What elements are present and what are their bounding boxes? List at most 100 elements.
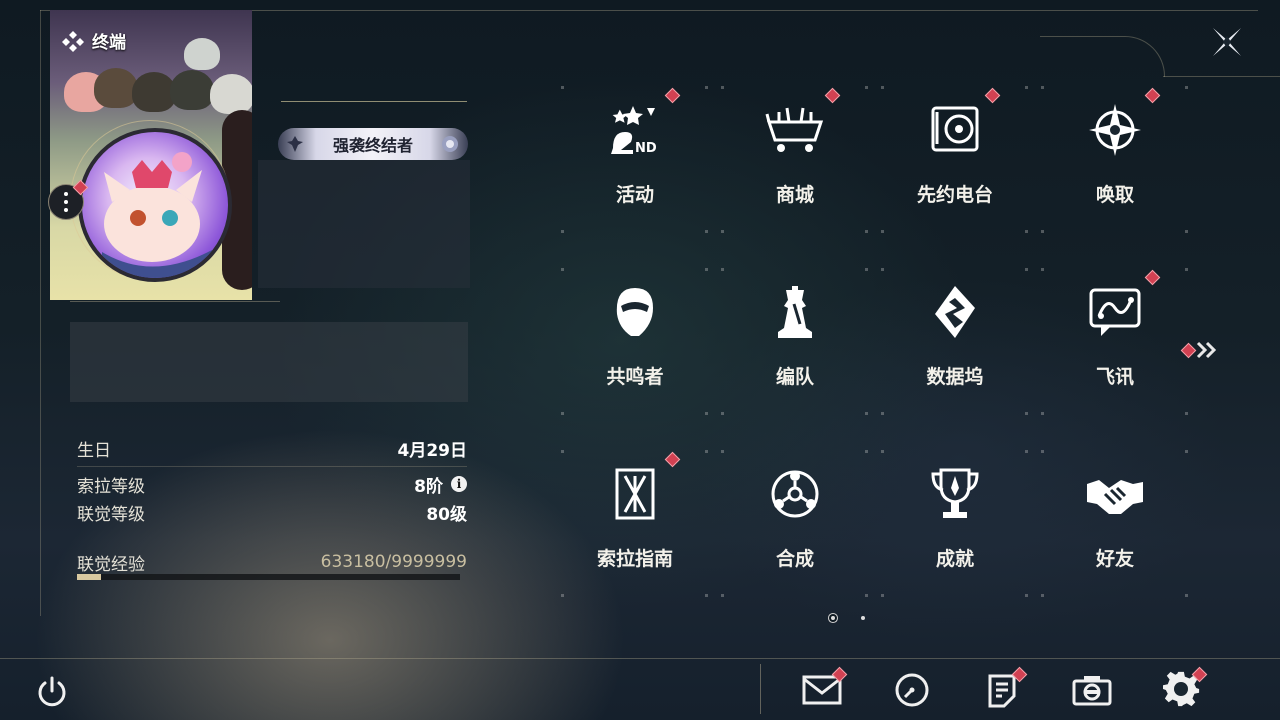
stat-value: 4月29日 — [397, 440, 468, 461]
team-chess-icon — [765, 284, 825, 340]
notice-icon — [986, 672, 1018, 708]
friends-handshake-icon — [1085, 466, 1145, 522]
grid-corner-dot — [721, 594, 724, 597]
stat-row-union-exp: 联觉经验 633180/9999999 — [77, 550, 467, 575]
grid-corner-dot — [1185, 86, 1188, 89]
menu-item-label: 好友 — [1095, 548, 1134, 570]
stat-label: 生日 — [77, 440, 111, 461]
menu-item-guide[interactable]: 索拉指南 — [555, 444, 715, 614]
summon-compass-icon — [1085, 102, 1145, 158]
grid-corner-dot — [865, 86, 868, 89]
power-button[interactable] — [34, 674, 70, 710]
page-indicator-active[interactable] — [831, 616, 835, 620]
grid-corner-dot — [1185, 594, 1188, 597]
frame-right-line — [1163, 76, 1280, 77]
stat-value: 80级 — [426, 504, 467, 525]
grid-corner-dot — [721, 450, 724, 453]
chibi-figure — [170, 70, 214, 110]
page-indicator[interactable] — [861, 616, 865, 620]
camera-button[interactable] — [1070, 670, 1114, 710]
svg-text:ND: ND — [635, 141, 657, 156]
menu-item-label: 数据坞 — [926, 366, 984, 388]
exp-progress-bar — [77, 574, 460, 580]
notification-badge — [824, 87, 841, 104]
stat-row-birthday: 生日 4月29日 — [77, 436, 468, 461]
crest-emblem-icon — [442, 136, 458, 152]
mail-button[interactable] — [800, 666, 848, 710]
menu-item-achievement-trophy[interactable]: 成就 — [875, 444, 1035, 614]
menu-item-label: 商城 — [775, 184, 814, 206]
grid-corner-dot — [721, 86, 724, 89]
title-badge[interactable]: 强袭终结者 — [278, 128, 468, 160]
avatar-options-button[interactable] — [48, 179, 89, 220]
menu-item-label: 飞讯 — [1095, 366, 1134, 388]
grid-corner-dot — [1041, 450, 1044, 453]
notes-button[interactable] — [980, 666, 1028, 710]
grid-corner-dot — [1185, 450, 1188, 453]
menu-item-label: 成就 — [935, 548, 974, 570]
menu-item-synthesis[interactable]: 合成 — [715, 444, 875, 614]
menu-item-label: 先约电台 — [916, 184, 993, 206]
menu-item-summon-compass[interactable]: 唤取 — [1035, 80, 1195, 250]
avatar[interactable] — [78, 128, 232, 282]
frame-left-line — [40, 10, 41, 616]
info-icon[interactable]: i — [451, 476, 467, 492]
menu-item-label: 合成 — [775, 548, 814, 570]
clock-icon — [894, 672, 930, 708]
guide-icon — [605, 466, 665, 522]
stat-row-sola-level: 索拉等级 8阶 i — [77, 472, 467, 497]
grid-corner-dot — [561, 268, 564, 271]
grid-corner-dot — [705, 594, 708, 597]
grid-corner-dot — [881, 412, 884, 415]
grid-corner-dot — [561, 86, 564, 89]
grid-corner-dot — [705, 412, 708, 415]
data-bank-icon — [925, 284, 985, 340]
close-icon — [1213, 28, 1241, 56]
grid-corner-dot — [881, 230, 884, 233]
profile-divider — [70, 301, 280, 302]
stat-label: 联觉经验 — [77, 554, 145, 575]
grid-corner-dot — [1025, 230, 1028, 233]
chibi-figure — [184, 38, 220, 70]
menu-item-friends-handshake[interactable]: 好友 — [1035, 444, 1195, 614]
stat-value-with-info: 8阶 i — [414, 472, 467, 497]
grid-corner-dot — [1025, 450, 1028, 453]
close-button[interactable] — [1207, 24, 1247, 60]
bottom-bar-separator — [760, 664, 761, 714]
grid-corner-dot — [865, 594, 868, 597]
grid-corner-dot — [561, 412, 564, 415]
shop-basket-icon — [765, 102, 825, 158]
grid-corner-dot — [865, 412, 868, 415]
terminal-label: 终端 — [62, 28, 126, 53]
menu-item-event-2nd[interactable]: ND 活动 — [555, 80, 715, 250]
menu-item-label: 活动 — [615, 184, 654, 206]
menu-item-radio[interactable]: 先约电台 — [875, 80, 1035, 250]
stat-label: 联觉等级 — [77, 504, 145, 525]
settings-button[interactable] — [1160, 666, 1208, 710]
menu-item-team-chess[interactable]: 编队 — [715, 262, 875, 432]
exp-value: 633180/9999999 — [320, 552, 467, 572]
grid-corner-dot — [1025, 412, 1028, 415]
grid-corner-dot — [1041, 594, 1044, 597]
next-page-button[interactable] — [1180, 340, 1224, 360]
terminal-label-text: 终端 — [92, 33, 126, 53]
grid-corner-dot — [881, 594, 884, 597]
grid-corner-dot — [705, 268, 708, 271]
grid-corner-dot — [1025, 268, 1028, 271]
stat-value: 8阶 — [414, 476, 443, 497]
menu-item-resonator[interactable]: 共鸣者 — [555, 262, 715, 432]
synthesis-icon — [765, 466, 825, 522]
notification-badge — [984, 87, 1001, 104]
resonator-icon — [605, 284, 665, 340]
grid-corner-dot — [881, 268, 884, 271]
grid-corner-dot — [561, 594, 564, 597]
grid-corner-dot — [705, 230, 708, 233]
menu-item-message[interactable]: 飞讯 — [1035, 262, 1195, 432]
grid-corner-dot — [561, 450, 564, 453]
menu-item-shop-basket[interactable]: 商城 — [715, 80, 875, 250]
grid-corner-dot — [561, 230, 564, 233]
time-button[interactable] — [890, 670, 934, 710]
menu-item-data-bank[interactable]: 数据坞 — [875, 262, 1035, 432]
notification-badge — [1144, 87, 1161, 104]
grid-corner-dot — [865, 230, 868, 233]
